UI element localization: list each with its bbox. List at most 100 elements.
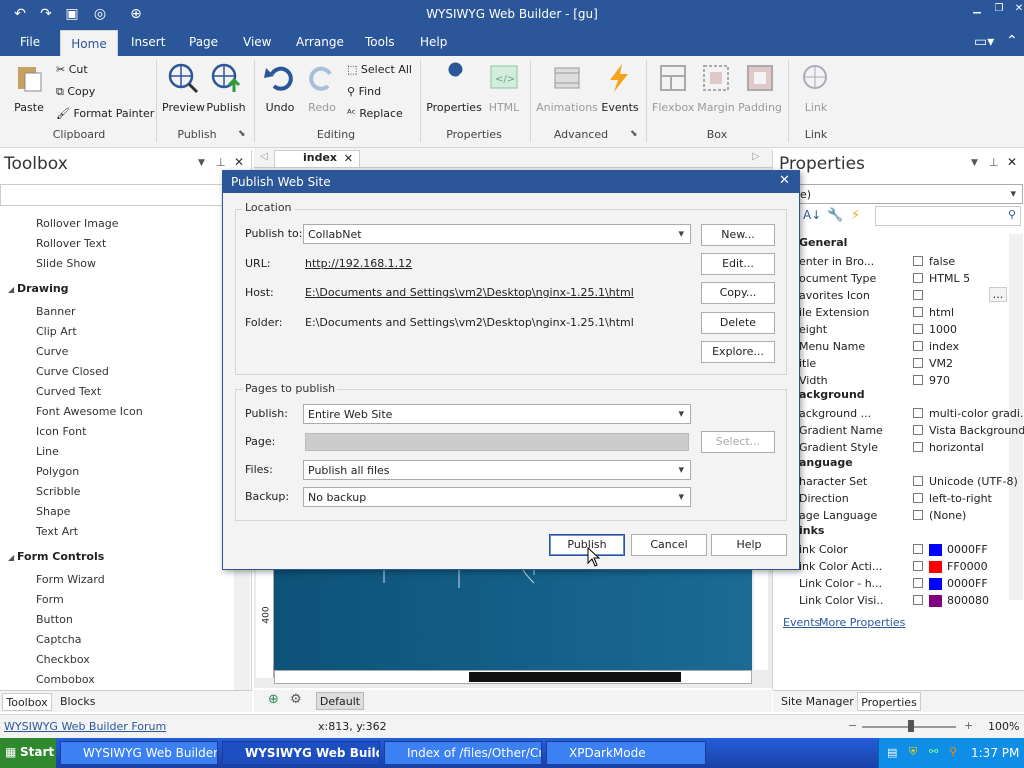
shield-icon[interactable]: ⛨ [909,745,917,759]
copy-button[interactable]: Copy... [701,282,775,304]
publish-to-select[interactable]: CollabNet [303,224,691,244]
property-checkbox[interactable] [913,307,923,317]
menu-home[interactable]: Home [60,30,118,56]
toolbox-item[interactable]: Rollover Image [36,217,118,230]
toolbox-item[interactable]: Shape [36,505,70,518]
redo-button[interactable]: Redo [302,62,342,114]
new-button[interactable]: New... [701,224,775,246]
property-search-input[interactable]: ⚲ [875,206,1021,226]
property-value[interactable]: FF0000 [947,560,988,573]
property-checkbox[interactable] [913,341,923,351]
property-value[interactable]: index [929,340,959,353]
toolbox-item[interactable]: Curve [36,345,68,358]
property-checkbox[interactable] [913,324,923,334]
property-row[interactable]: enter in Bro... false [799,253,1021,270]
horizontal-scrollbar[interactable] [274,670,752,684]
tab-blocks[interactable]: Blocks [60,695,95,708]
task-button[interactable]: WYSIWYG Web Builder - ... [60,741,218,765]
toolbox-item[interactable]: Curve Closed [36,365,109,378]
dialog-launcher-icon[interactable]: ⬊ [238,129,246,139]
animations-button[interactable]: Animations [536,62,598,114]
property-row[interactable]: Link Color - h... 0000FF [799,575,1021,592]
toolbox-item[interactable]: Polygon [36,465,79,478]
files-select[interactable]: Publish all files [303,460,691,480]
pin-icon[interactable]: ⊥ [989,156,999,169]
toolbox-item[interactable]: Captcha [36,633,81,646]
html-button[interactable]: </> HTML [484,62,524,114]
link-button[interactable]: Link [796,62,836,114]
toolbox-item[interactable]: Banner [36,305,76,318]
dialog-launcher-icon[interactable]: ⬊ [630,129,638,139]
property-value[interactable]: 800080 [947,594,989,607]
toolbox-item[interactable]: Curved Text [36,385,101,398]
menu-page[interactable]: Page [189,35,218,49]
color-swatch[interactable] [929,544,942,556]
close-icon[interactable]: ✕ [234,155,244,169]
property-value[interactable]: 0000FF [947,543,988,556]
search-tray-icon[interactable]: ⚲ [949,745,957,758]
toolbox-item[interactable]: Form [36,593,64,606]
publish-select[interactable]: Entire Web Site [303,404,691,424]
menu-insert[interactable]: Insert [131,35,165,49]
property-checkbox[interactable] [913,290,923,300]
menu-file[interactable]: File [20,35,40,49]
page-settings-icon[interactable]: ⚙ [290,692,302,707]
property-checkbox[interactable] [913,595,923,605]
toolbox-item[interactable]: Line [36,445,59,458]
property-value[interactable]: Vista Background [929,424,1024,437]
chevron-down-icon[interactable]: ▼ [198,158,205,168]
more-properties-link[interactable]: More Properties [819,616,905,629]
property-value[interactable]: false [929,255,955,268]
zoom-out-button[interactable]: − [848,719,857,732]
color-swatch[interactable] [929,561,942,573]
zoom-slider-thumb[interactable] [908,720,914,732]
flexbox-button[interactable]: Flexbox [652,62,694,114]
find-button[interactable]: ⚲ Find [347,85,381,98]
property-checkbox[interactable] [913,493,923,503]
toolbox-item[interactable]: Icon Font [36,425,86,438]
cut-button[interactable]: ✂ Cut [56,63,88,76]
property-row[interactable]: ackground ... multi-color gradi... [799,405,1024,422]
property-checkbox[interactable] [913,256,923,266]
replace-button[interactable]: ᴬᶜ Replace [347,107,403,120]
cancel-button[interactable]: Cancel [631,534,707,556]
property-value[interactable]: 970 [929,374,950,387]
object-selector[interactable]: e) [795,184,1023,204]
property-row[interactable]: Direction left-to-right [799,490,1021,507]
property-row[interactable]: Gradient Name Vista Background [799,422,1024,439]
menu-view[interactable]: View [243,35,271,49]
start-button[interactable]: ▦ Start [0,738,56,768]
property-checkbox[interactable] [913,442,923,452]
toolbox-category-drawing[interactable]: Drawing [8,282,69,295]
scroll-right-icon[interactable]: ▷ [752,151,760,162]
lightning-icon[interactable]: ⚡ [851,208,860,223]
property-row[interactable]: Vidth 970 [799,372,1021,389]
toolbox-item[interactable]: Scribble [36,485,80,498]
menu-arrange[interactable]: Arrange [296,35,344,49]
format-painter-button[interactable]: 🖌 Format Painter [56,107,154,120]
toolbox-item[interactable]: Font Awesome Icon [36,405,143,418]
property-row[interactable]: avorites Icon... [799,287,1021,304]
property-row[interactable]: ocument Type HTML 5 [799,270,1021,287]
menu-tools[interactable]: Tools [365,35,395,49]
events-button[interactable]: Events [600,62,640,114]
network-icon[interactable]: ⚯ [929,745,938,758]
pin-icon[interactable]: ⊥ [216,156,226,169]
toolbox-search-input[interactable] [0,184,240,206]
category-background[interactable]: ackground [799,388,865,401]
menu-help[interactable]: Help [420,35,447,49]
category-links[interactable]: inks [799,524,824,537]
padding-button[interactable]: Padding [738,62,782,114]
properties-button[interactable]: Properties [426,62,482,114]
edit-button[interactable]: Edit... [701,253,775,275]
scroll-thumb[interactable] [469,672,681,682]
maximize-button[interactable]: ❐ [988,3,1010,19]
property-value[interactable]: (None) [929,509,966,522]
toolbox-item[interactable]: Text Art [36,525,78,538]
property-value[interactable]: 0000FF [947,577,988,590]
wrench-icon[interactable]: 🔧 [827,208,843,223]
property-checkbox[interactable] [913,425,923,435]
property-value[interactable]: HTML 5 [929,272,970,285]
property-row[interactable]: itle VM2 [799,355,1021,372]
close-tab-icon[interactable]: ✕ [344,152,353,165]
